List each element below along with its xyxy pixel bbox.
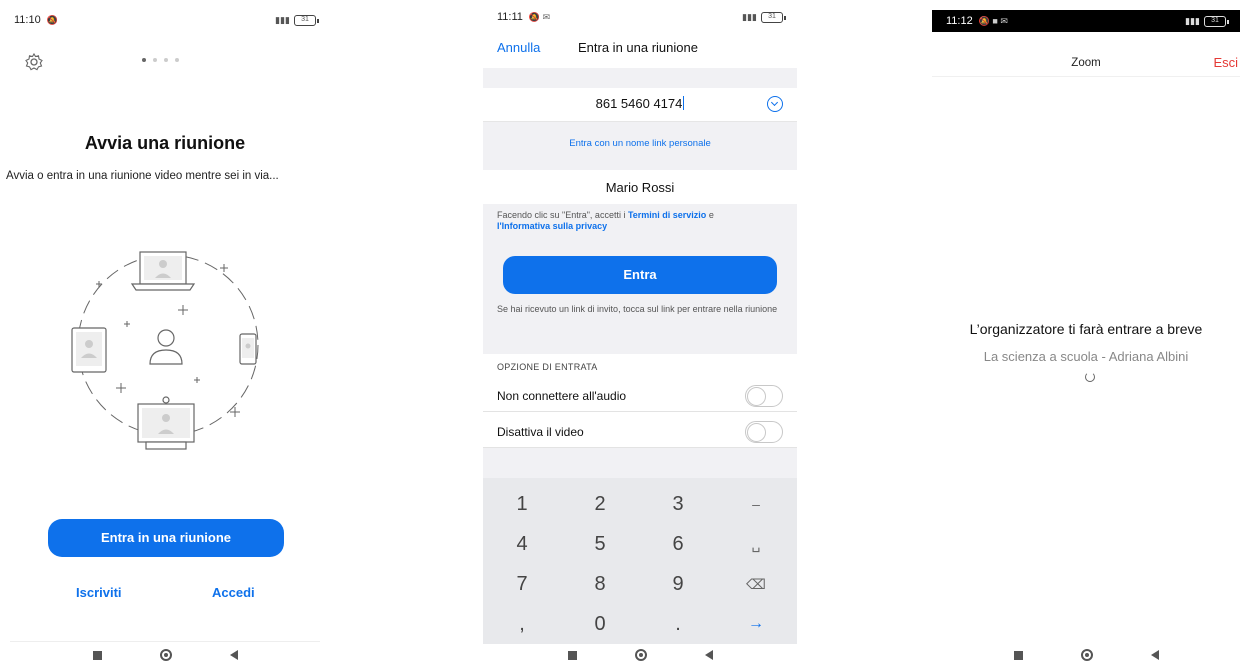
page-title: Entra in una riunione bbox=[578, 40, 698, 55]
notification-icons: 🔕 ✉ bbox=[528, 11, 551, 22]
waiting-room-screen: 11:12 🔕 ■ ✉ ▮▮▮ 31 Zoom Esci L’organizzato… bbox=[932, 0, 1240, 668]
page-dot bbox=[164, 58, 168, 62]
sign-in-link[interactable]: Accedi bbox=[212, 585, 255, 600]
key-7[interactable]: 7 bbox=[483, 564, 561, 604]
recents-icon[interactable] bbox=[1013, 650, 1023, 660]
name-row: Mario Rossi bbox=[483, 170, 797, 204]
back-icon[interactable] bbox=[229, 650, 238, 660]
next-arrow-icon[interactable]: → bbox=[717, 604, 795, 644]
waiting-message: L’organizzatore ti farà entrare a breve bbox=[969, 321, 1203, 337]
exit-button[interactable]: Esci bbox=[1213, 55, 1238, 70]
video-meeting-illustration bbox=[71, 251, 259, 450]
key-0[interactable]: 0 bbox=[561, 604, 639, 644]
battery-icon: 31 bbox=[1204, 15, 1229, 27]
meeting-id-input[interactable]: 861 5460 4174 bbox=[483, 96, 797, 111]
settings-gear-icon[interactable] bbox=[24, 52, 44, 72]
notification-icons: 🔕 ■ ✉ bbox=[978, 15, 1008, 26]
status-bar: 11:10 🔕 ▮▮▮ 31 bbox=[0, 0, 330, 40]
status-time: 11:12 bbox=[946, 15, 973, 27]
audio-toggle[interactable] bbox=[745, 385, 783, 407]
app-title: Zoom bbox=[1071, 57, 1101, 69]
spacer bbox=[483, 448, 797, 478]
text-cursor bbox=[683, 96, 685, 110]
page-dot bbox=[142, 58, 146, 62]
mute-icon: 🔕 bbox=[46, 14, 58, 25]
join-meeting-screen: 11:11 🔕 ✉ ▮▮▮ 31 Annulla Entra in una riun… bbox=[483, 0, 797, 668]
key-8[interactable]: 8 bbox=[561, 564, 639, 604]
personal-link-button[interactable]: Entra con un nome link personale bbox=[483, 138, 797, 149]
key-9[interactable]: 9 bbox=[639, 564, 717, 604]
key-2[interactable]: 2 bbox=[561, 484, 639, 524]
terms-mid: e bbox=[706, 210, 714, 220]
backspace-icon[interactable]: ⌫ bbox=[717, 564, 795, 604]
divider bbox=[932, 76, 1240, 77]
status-time: 11:10 bbox=[14, 14, 41, 26]
start-meeting-screen: 11:10 🔕 ▮▮▮ 31 Avvia una riunione Avvia o … bbox=[0, 0, 330, 668]
android-nav-bar bbox=[932, 642, 1240, 668]
back-icon[interactable] bbox=[704, 650, 713, 660]
cancel-button[interactable]: Annulla bbox=[497, 40, 540, 55]
options-header: OPZIONE DI ENTRATA bbox=[497, 362, 598, 372]
loading-spinner-icon bbox=[1085, 372, 1095, 382]
display-name-input[interactable]: Mario Rossi bbox=[483, 180, 797, 195]
status-time: 11:11 bbox=[497, 11, 523, 23]
android-nav-bar bbox=[0, 642, 330, 668]
key-3[interactable]: 3 bbox=[639, 484, 717, 524]
back-icon[interactable] bbox=[1150, 650, 1159, 660]
meeting-name: La scienza a scuola - Adriana Albini bbox=[983, 349, 1189, 364]
status-bar: 11:11 🔕 ✉ ▮▮▮ 31 bbox=[483, 0, 797, 34]
battery-icon: 31 bbox=[761, 11, 786, 23]
onboarding-subtitle: Avvia o entra in una riunione video ment… bbox=[6, 170, 279, 182]
terms-link[interactable]: Termini di servizio bbox=[628, 210, 706, 220]
terms-text: Facendo clic su "Entra", accetti i Termi… bbox=[497, 210, 783, 232]
key-6[interactable]: 6 bbox=[639, 524, 717, 564]
status-bar: 11:12 🔕 ■ ✉ ▮▮▮ 31 bbox=[932, 10, 1240, 32]
key-5[interactable]: 5 bbox=[561, 524, 639, 564]
home-icon[interactable] bbox=[159, 649, 172, 661]
terms-prefix: Facendo clic su "Entra", accetti i bbox=[497, 210, 628, 220]
page-dot bbox=[175, 58, 179, 62]
battery-icon: 31 bbox=[294, 14, 319, 26]
option-label: Disattiva il video bbox=[497, 425, 584, 439]
onboarding-title: Avvia una riunione bbox=[84, 133, 246, 153]
option-row-video: Disattiva il video bbox=[483, 416, 797, 448]
meeting-id-row: 861 5460 4174 bbox=[483, 88, 797, 122]
home-icon[interactable] bbox=[634, 649, 647, 661]
space-key-icon[interactable]: ␣ bbox=[717, 524, 795, 564]
numeric-keypad: 1 2 3 – 4 5 6 ␣ 7 8 9 ⌫ , 0 . → bbox=[483, 478, 797, 644]
key-period[interactable]: . bbox=[639, 604, 717, 644]
page-dot bbox=[153, 58, 157, 62]
home-icon[interactable] bbox=[1080, 649, 1093, 661]
signal-icon: ▮▮▮ bbox=[275, 14, 290, 25]
join-button[interactable]: Entra bbox=[503, 256, 777, 294]
personal-link-area: Entra con un nome link personale bbox=[483, 122, 797, 170]
sign-up-link[interactable]: Iscriviti bbox=[76, 585, 122, 600]
android-nav-bar bbox=[483, 642, 797, 668]
privacy-link[interactable]: l'Informativa sulla privacy bbox=[497, 221, 607, 231]
join-meeting-button[interactable]: Entra in una riunione bbox=[48, 519, 284, 557]
key-4[interactable]: 4 bbox=[483, 524, 561, 564]
spacer bbox=[483, 68, 797, 88]
chevron-down-icon[interactable] bbox=[767, 96, 783, 112]
key-comma[interactable]: , bbox=[483, 604, 561, 644]
recents-icon[interactable] bbox=[567, 650, 577, 660]
meeting-id-value: 861 5460 4174 bbox=[595, 96, 683, 111]
option-label: Non connettere all'audio bbox=[497, 389, 627, 403]
option-row-audio: Non connettere all'audio bbox=[483, 380, 797, 412]
signal-icon: ▮▮▮ bbox=[742, 11, 757, 22]
page-indicator bbox=[142, 58, 179, 62]
key-1[interactable]: 1 bbox=[483, 484, 561, 524]
video-toggle[interactable] bbox=[745, 421, 783, 443]
invite-hint: Se hai ricevuto un link di invito, tocca… bbox=[497, 304, 778, 314]
header: Annulla Entra in una riunione bbox=[483, 36, 797, 62]
recents-icon[interactable] bbox=[92, 650, 102, 660]
signal-icon: ▮▮▮ bbox=[1185, 15, 1200, 26]
key-minus[interactable]: – bbox=[717, 484, 795, 524]
